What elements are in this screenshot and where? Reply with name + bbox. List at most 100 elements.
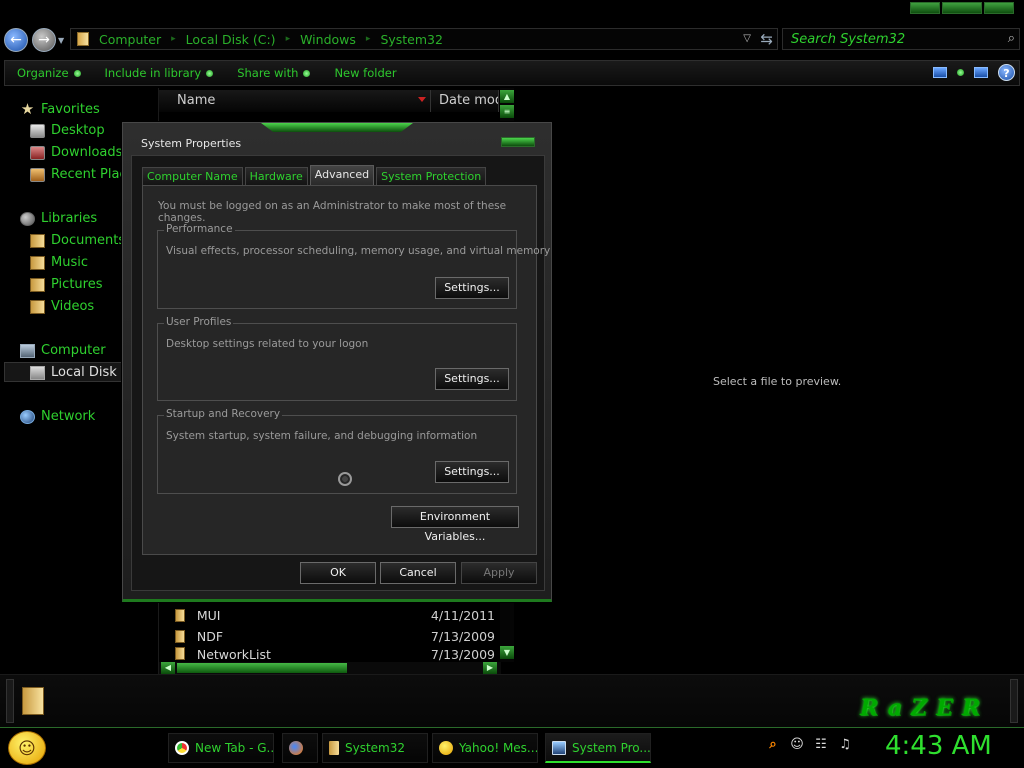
nav-network[interactable]: Network bbox=[20, 409, 95, 424]
taskbar-button-system32[interactable]: System32 bbox=[322, 733, 428, 763]
taskbar-button-yahoo[interactable]: Yahoo! Mes... bbox=[432, 733, 538, 763]
nav-recent-places[interactable]: Recent Plac bbox=[30, 167, 124, 182]
admin-message: You must be logged on as an Administrato… bbox=[158, 200, 507, 224]
address-bar[interactable]: Computer ▸ Local Disk (C:) ▸ Windows ▸ S… bbox=[70, 28, 778, 50]
clock[interactable]: 4:43 AM bbox=[885, 731, 992, 761]
messenger-tray-icon[interactable]: ☺ bbox=[790, 738, 804, 752]
volume-icon[interactable]: ♫ bbox=[838, 738, 852, 752]
organize-button[interactable]: Organize bbox=[5, 66, 93, 80]
taskbar-button-chrome[interactable]: New Tab - G... bbox=[168, 733, 274, 763]
nav-music-label: Music bbox=[51, 255, 88, 270]
file-row[interactable]: NetworkList 7/13/2009 bbox=[175, 647, 495, 662]
nav-videos[interactable]: Videos bbox=[30, 299, 94, 314]
forward-button[interactable]: → bbox=[32, 28, 56, 52]
share-with-label: Share with bbox=[237, 66, 299, 80]
taskbar-button-system-properties[interactable]: System Pro... bbox=[545, 733, 651, 763]
nav-local-disk[interactable]: Local Disk (C:) bbox=[30, 365, 124, 380]
nav-libraries[interactable]: Libraries bbox=[20, 211, 97, 226]
search-icon[interactable]: ⌕ bbox=[1008, 31, 1015, 46]
column-name-label: Name bbox=[177, 93, 216, 108]
nav-music[interactable]: Music bbox=[30, 255, 88, 270]
tab-hardware[interactable]: Hardware bbox=[244, 167, 308, 185]
minimize-button[interactable] bbox=[910, 2, 940, 14]
nav-computer[interactable]: Computer bbox=[20, 343, 106, 358]
horizontal-scrollbar[interactable]: ◀ ▶ bbox=[159, 662, 501, 674]
address-dropdown-icon[interactable]: ▽ bbox=[743, 33, 751, 44]
apply-button[interactable]: Apply bbox=[461, 562, 537, 584]
share-with-button[interactable]: Share with bbox=[225, 66, 322, 80]
sort-down-icon[interactable] bbox=[418, 97, 426, 102]
file-row[interactable]: NDF 7/13/2009 bbox=[175, 626, 495, 646]
search-box: ⌕ bbox=[782, 28, 1020, 50]
breadcrumb-windows[interactable]: Windows bbox=[300, 32, 356, 47]
preview-pane-icon[interactable] bbox=[974, 67, 988, 78]
system-tray: ⌕ ☺ ☷ ♫ bbox=[766, 738, 852, 752]
network-tray-icon[interactable]: ☷ bbox=[814, 738, 828, 752]
back-button[interactable]: ← bbox=[4, 28, 28, 52]
nav-favorites-label: Favorites bbox=[41, 101, 100, 117]
user-profiles-settings-button[interactable]: Settings... bbox=[435, 368, 509, 390]
breadcrumb-local-disk[interactable]: Local Disk (C:) bbox=[186, 32, 276, 47]
startup-recovery-label: Startup and Recovery bbox=[164, 408, 283, 420]
column-date-label: Date modi bbox=[439, 93, 498, 108]
change-view-icon[interactable] bbox=[933, 67, 947, 78]
file-row[interactable]: MUI 4/11/2011 bbox=[175, 605, 495, 625]
nav-favorites[interactable]: ★ Favorites bbox=[20, 101, 100, 117]
scroll-down-icon[interactable]: ▼ bbox=[500, 646, 514, 659]
downloads-icon bbox=[30, 145, 45, 160]
close-button[interactable] bbox=[984, 2, 1014, 14]
nav-pictures[interactable]: Pictures bbox=[30, 277, 102, 292]
local-disk-icon bbox=[30, 365, 45, 380]
tab-system-protection[interactable]: System Protection bbox=[376, 167, 487, 185]
breadcrumb: Computer ▸ Local Disk (C:) ▸ Windows ▸ S… bbox=[95, 32, 453, 47]
horizontal-scroll-thumb[interactable] bbox=[177, 663, 347, 673]
videos-icon bbox=[30, 299, 45, 314]
column-name-header[interactable]: Name bbox=[159, 90, 431, 112]
include-in-library-button[interactable]: Include in library bbox=[93, 66, 226, 80]
star-icon: ★ bbox=[20, 101, 35, 117]
nav-downloads-label: Downloads bbox=[51, 145, 123, 160]
file-name: NDF bbox=[196, 628, 224, 644]
start-button[interactable]: ☺ bbox=[8, 731, 46, 765]
nav-desktop[interactable]: Desktop bbox=[30, 123, 105, 138]
recent-pages-dropdown[interactable]: ▼ bbox=[58, 36, 64, 45]
scroll-up-icon[interactable]: ▲ bbox=[500, 90, 514, 103]
taskbar-button-firefox[interactable] bbox=[282, 733, 318, 763]
nav-documents[interactable]: Documents bbox=[30, 233, 125, 248]
maximize-button[interactable] bbox=[942, 2, 982, 14]
recent-places-icon bbox=[30, 167, 45, 182]
help-icon[interactable]: ? bbox=[998, 64, 1015, 81]
breadcrumb-separator-icon[interactable]: ▸ bbox=[366, 34, 371, 44]
nav-downloads[interactable]: Downloads bbox=[30, 145, 122, 160]
dialog-accent-glow bbox=[261, 123, 413, 132]
yahoo-messenger-icon bbox=[439, 741, 453, 755]
column-date-header[interactable]: Date modi bbox=[431, 90, 499, 112]
nav-local-disk-label: Local Disk (C:) bbox=[51, 365, 124, 380]
tab-advanced[interactable]: Advanced bbox=[309, 165, 375, 185]
ok-button[interactable]: OK bbox=[300, 562, 376, 584]
cancel-button[interactable]: Cancel bbox=[380, 562, 456, 584]
tab-strip: Computer Name Hardware Advanced System P… bbox=[142, 165, 488, 185]
file-date: 4/11/2011 bbox=[430, 607, 495, 623]
tab-computer-name[interactable]: Computer Name bbox=[142, 167, 243, 185]
scroll-left-icon[interactable]: ◀ bbox=[161, 662, 175, 674]
dialog-close-button[interactable] bbox=[501, 137, 535, 147]
breadcrumb-separator-icon[interactable]: ▸ bbox=[286, 34, 291, 44]
search-tray-icon[interactable]: ⌕ bbox=[766, 738, 780, 752]
scroll-right-icon[interactable]: ▶ bbox=[483, 662, 497, 674]
refresh-icon[interactable]: ⇆ bbox=[760, 30, 773, 48]
view-dropdown-dot-icon[interactable] bbox=[957, 69, 964, 76]
dialog-title: System Properties bbox=[141, 137, 242, 150]
nav-recent-places-label: Recent Plac bbox=[51, 167, 124, 182]
scroll-thumb[interactable]: ≡ bbox=[500, 105, 514, 118]
breadcrumb-separator-icon[interactable]: ▸ bbox=[171, 34, 176, 44]
breadcrumb-system32[interactable]: System32 bbox=[380, 32, 443, 47]
preview-pane: Select a file to preview. bbox=[516, 88, 1024, 674]
performance-settings-button[interactable]: Settings... bbox=[435, 277, 509, 299]
navigation-pane: ★ Favorites Desktop Downloads Recent Plac… bbox=[0, 92, 125, 670]
breadcrumb-computer[interactable]: Computer bbox=[99, 32, 161, 47]
environment-variables-button[interactable]: Environment Variables... bbox=[391, 506, 519, 543]
search-input[interactable] bbox=[783, 29, 993, 49]
new-folder-button[interactable]: New folder bbox=[322, 66, 408, 80]
startup-recovery-settings-button[interactable]: Settings... bbox=[435, 461, 509, 483]
